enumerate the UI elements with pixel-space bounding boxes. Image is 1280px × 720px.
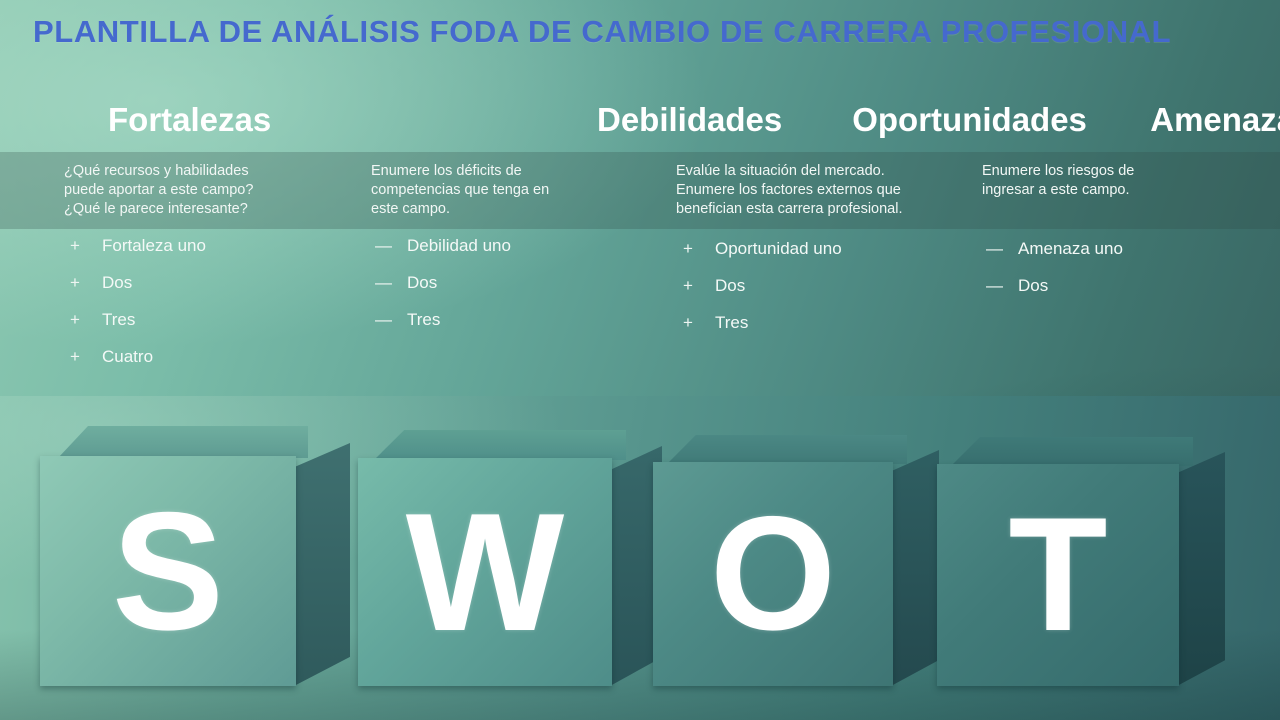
plus-icon: + [683, 276, 693, 295]
list-item[interactable]: — Tres [375, 310, 660, 347]
cube-s: S [40, 426, 350, 686]
column-header-oportunidades: Oportunidades [852, 101, 1087, 138]
list-item-label: Dos [1018, 276, 1049, 295]
cube-o-side-face [891, 450, 939, 686]
bullet-list-fortalezas: + Fortaleza uno + Dos + Tres + Cuatro [70, 236, 360, 384]
description-band: ¿Qué recursos y habilidades puede aporta… [0, 152, 1280, 229]
list-item-label: Amenaza uno [1018, 239, 1123, 258]
bullet-list-amenazas: — Amenaza uno — Dos [986, 239, 1271, 313]
list-item[interactable]: + Fortaleza uno [70, 236, 360, 273]
cube-o-top-face [667, 435, 907, 464]
swot-template-slide: PLANTILLA DE ANÁLISIS FODA DE CAMBIO DE … [0, 0, 1280, 720]
description-oportunidades: Evalúe la situación del mercado. Enumere… [676, 163, 903, 217]
list-item[interactable]: — Dos [986, 276, 1271, 313]
dash-icon: — [375, 310, 392, 329]
cube-o: O [653, 433, 953, 686]
list-item-label: Oportunidad uno [715, 239, 842, 258]
dash-icon: — [375, 273, 392, 292]
bullet-list-debilidades: — Debilidad uno — Dos — Tres [375, 236, 660, 347]
plus-icon: + [70, 347, 80, 366]
plus-icon: + [70, 273, 80, 292]
list-item-label: Dos [407, 273, 438, 292]
description-amenazas: Enumere los riesgos de ingresar a este c… [982, 163, 1135, 198]
list-item-label: Debilidad uno [407, 236, 511, 255]
list-item-label: Dos [102, 273, 133, 292]
cube-s-side-face [294, 443, 350, 686]
list-item[interactable]: + Tres [70, 310, 360, 347]
page-title: PLANTILLA DE ANÁLISIS FODA DE CAMBIO DE … [33, 14, 1172, 49]
dash-icon: — [375, 236, 392, 255]
list-item-label: Dos [715, 276, 746, 295]
dash-icon: — [986, 239, 1003, 258]
cube-t: T [937, 434, 1237, 686]
list-item-label: Tres [715, 313, 749, 332]
plus-icon: + [70, 310, 80, 329]
list-item-label: Tres [102, 310, 136, 329]
cube-t-top-face [951, 437, 1193, 466]
description-fortalezas: ¿Qué recursos y habilidades puede aporta… [64, 163, 254, 217]
list-item[interactable]: + Cuatro [70, 347, 360, 384]
bullet-list-oportunidades: + Oportunidad uno + Dos + Tres [683, 239, 973, 350]
plus-icon: + [70, 236, 80, 255]
plus-icon: + [683, 313, 693, 332]
list-item[interactable]: + Tres [683, 313, 973, 350]
list-item[interactable]: + Oportunidad uno [683, 239, 973, 276]
column-headers: Fortalezas Debilidades Oportunidades Ame… [0, 97, 1280, 149]
dash-icon: — [986, 276, 1003, 295]
list-item[interactable]: — Amenaza uno [986, 239, 1271, 276]
list-item[interactable]: — Dos [375, 273, 660, 310]
cube-s-front-face [40, 456, 296, 686]
list-item-label: Tres [407, 310, 441, 329]
cube-t-front-face [937, 464, 1179, 686]
cube-t-side-face [1177, 452, 1225, 686]
list-item[interactable]: — Debilidad uno [375, 236, 660, 273]
swot-cubes-image: S W O T [0, 396, 1280, 720]
list-item-label: Cuatro [102, 347, 154, 366]
column-header-fortalezas: Fortalezas [108, 101, 272, 138]
cube-o-front-face [653, 462, 893, 686]
column-header-debilidades: Debilidades [597, 101, 783, 138]
description-debilidades: Enumere los déficits de competencias que… [371, 163, 550, 217]
plus-icon: + [683, 239, 693, 258]
cube-w: W [358, 428, 673, 686]
bullet-lists: + Fortaleza uno + Dos + Tres + Cuatro — … [0, 236, 1280, 396]
cube-w-front-face [358, 458, 612, 686]
list-item[interactable]: + Dos [70, 273, 360, 310]
list-item[interactable]: + Dos [683, 276, 973, 313]
list-item-label: Fortaleza uno [102, 236, 206, 255]
cube-w-top-face [374, 430, 626, 460]
cube-s-top-face [58, 426, 308, 458]
column-header-amenazas: Amenazas [1150, 101, 1280, 138]
